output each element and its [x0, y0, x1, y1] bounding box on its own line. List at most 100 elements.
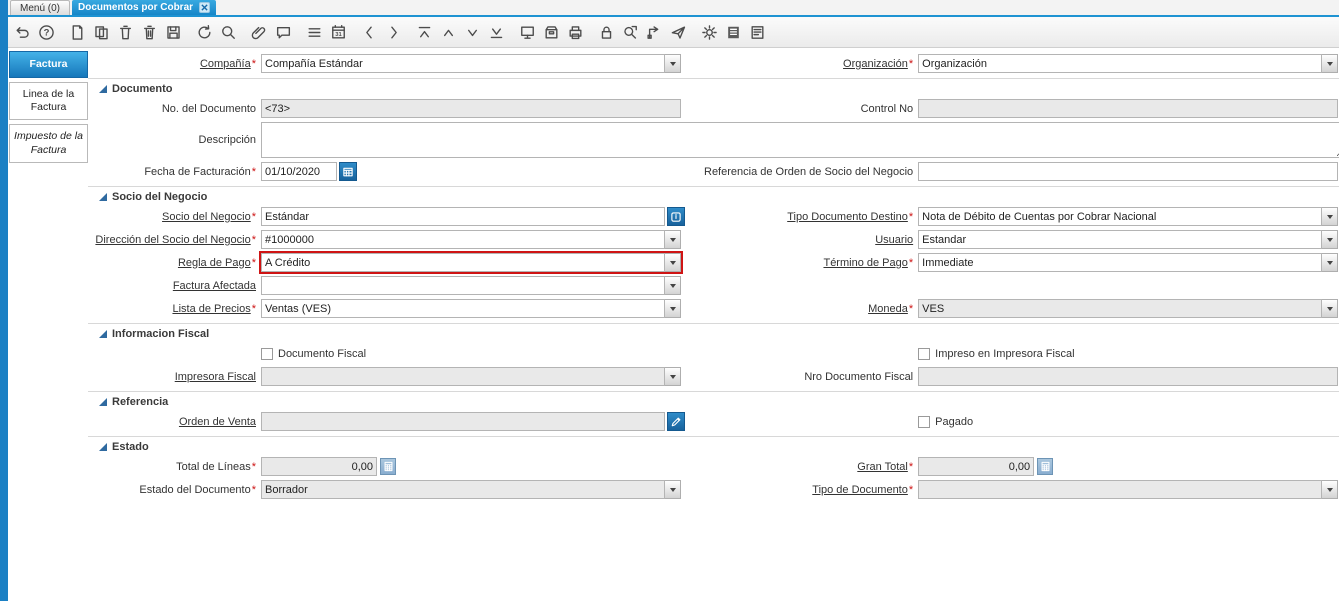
impreso-impresora-fiscal-checkbox[interactable] [918, 348, 930, 360]
compania-input[interactable] [261, 54, 665, 73]
tab-documentos-por-cobrar[interactable]: Documentos por Cobrar [72, 0, 216, 15]
estado-documento-dropdown-button[interactable] [665, 480, 681, 499]
impresora-fiscal-label[interactable]: Impresora Fiscal [175, 371, 256, 383]
grid-toggle-icon[interactable] [302, 20, 326, 44]
history-icon[interactable]: 31 [326, 20, 350, 44]
moneda-label[interactable]: Moneda [868, 303, 908, 315]
socio-negocio-search-button[interactable] [667, 207, 685, 226]
impresora-fiscal-input[interactable] [261, 367, 665, 386]
tipo-documento-label[interactable]: Tipo de Documento [812, 484, 908, 496]
chat-icon[interactable] [271, 20, 295, 44]
workflow-icon[interactable] [642, 20, 666, 44]
report-icon[interactable] [515, 20, 539, 44]
organizacion-dropdown-button[interactable] [1322, 54, 1338, 73]
documento-fiscal-checkbox[interactable] [261, 348, 273, 360]
sidebar-tab-impuesto-factura[interactable]: Impuesto de la Factura [9, 124, 88, 162]
tipo-documento-destino-input[interactable] [918, 207, 1322, 226]
tab-menu[interactable]: Menú (0) [10, 0, 70, 15]
descripcion-textarea[interactable] [261, 122, 1339, 158]
gran-total-calculator-button[interactable] [1037, 458, 1053, 475]
regla-pago-dropdown-button[interactable] [665, 253, 681, 272]
copy-record-icon[interactable] [89, 20, 113, 44]
socio-negocio-label[interactable]: Socio del Negocio [162, 211, 251, 223]
section-header-socio-negocio[interactable]: Socio del Negocio [88, 188, 1339, 205]
usuario-dropdown-button[interactable] [1322, 230, 1338, 249]
regla-pago-input[interactable] [261, 253, 665, 272]
print-preview-icon[interactable] [745, 20, 769, 44]
section-header-estado[interactable]: Estado [88, 438, 1339, 455]
previous-record-icon[interactable] [436, 20, 460, 44]
archive-icon[interactable] [539, 20, 563, 44]
fecha-facturacion-input[interactable] [261, 162, 337, 181]
referencia-orden-input[interactable] [918, 162, 1338, 181]
socio-negocio-input[interactable] [261, 207, 665, 226]
section-header-referencia[interactable]: Referencia [88, 393, 1339, 410]
factura-afectada-dropdown-button[interactable] [665, 276, 681, 295]
lock-icon[interactable] [594, 20, 618, 44]
gran-total-label[interactable]: Gran Total [857, 461, 908, 473]
delete-selection-icon[interactable] [137, 20, 161, 44]
preference-icon[interactable] [697, 20, 721, 44]
section-header-documento[interactable]: Documento [88, 80, 1339, 97]
termino-pago-input[interactable] [918, 253, 1322, 272]
regla-pago-label[interactable]: Regla de Pago [178, 257, 251, 269]
detail-record-icon[interactable] [381, 20, 405, 44]
zoom-across-icon[interactable] [618, 20, 642, 44]
request-icon[interactable] [666, 20, 690, 44]
tipo-documento-destino-label[interactable]: Tipo Documento Destino [787, 211, 908, 223]
moneda-input[interactable] [918, 299, 1322, 318]
delete-record-icon[interactable] [113, 20, 137, 44]
sidebar-tab-factura[interactable]: Factura [9, 51, 88, 78]
tipo-documento-dropdown-button[interactable] [1322, 480, 1338, 499]
fecha-calendar-button[interactable] [339, 162, 357, 181]
termino-pago-label[interactable]: Término de Pago [823, 257, 907, 269]
factura-afectada-label[interactable]: Factura Afectada [173, 280, 256, 292]
lista-precios-dropdown-button[interactable] [665, 299, 681, 318]
new-record-icon[interactable] [65, 20, 89, 44]
compania-label[interactable]: Compañía [200, 58, 251, 70]
parent-record-icon[interactable] [357, 20, 381, 44]
save-icon[interactable] [161, 20, 185, 44]
print-icon[interactable] [563, 20, 587, 44]
usuario-label[interactable]: Usuario [875, 234, 913, 246]
usuario-input[interactable] [918, 230, 1322, 249]
organizacion-label[interactable]: Organización [843, 58, 908, 70]
tipo-documento-input[interactable] [918, 480, 1322, 499]
compania-dropdown-button[interactable] [665, 54, 681, 73]
lista-precios-input[interactable] [261, 299, 665, 318]
tipo-documento-destino-dropdown-button[interactable] [1322, 207, 1338, 226]
direccion-socio-dropdown-button[interactable] [665, 230, 681, 249]
direccion-socio-input[interactable] [261, 230, 665, 249]
control-no-input[interactable] [918, 99, 1338, 118]
help-icon[interactable]: ? [34, 20, 58, 44]
termino-pago-dropdown-button[interactable] [1322, 253, 1338, 272]
nro-documento-fiscal-input[interactable] [918, 367, 1338, 386]
attachment-icon[interactable] [247, 20, 271, 44]
no-documento-input[interactable] [261, 99, 681, 118]
impresora-fiscal-dropdown-button[interactable] [665, 367, 681, 386]
orden-venta-edit-button[interactable] [667, 412, 685, 431]
section-header-informacion-fiscal[interactable]: Informacion Fiscal [88, 325, 1339, 342]
next-record-icon[interactable] [460, 20, 484, 44]
first-record-icon[interactable] [412, 20, 436, 44]
organizacion-input[interactable] [918, 54, 1322, 73]
orden-venta-input[interactable] [261, 412, 665, 431]
close-icon[interactable] [199, 2, 210, 13]
orden-venta-label[interactable]: Orden de Venta [179, 416, 256, 428]
moneda-dropdown-button[interactable] [1322, 299, 1338, 318]
pagado-checkbox[interactable] [918, 416, 930, 428]
required-mark: * [252, 257, 256, 269]
estado-documento-input[interactable] [261, 480, 665, 499]
undo-icon[interactable] [10, 20, 34, 44]
sidebar-tab-linea-factura[interactable]: Linea de la Factura [9, 82, 88, 120]
total-lineas-calculator-button[interactable] [380, 458, 396, 475]
factura-afectada-input[interactable] [261, 276, 665, 295]
lista-precios-label[interactable]: Lista de Precios [172, 303, 250, 315]
refresh-icon[interactable] [192, 20, 216, 44]
total-lineas-input[interactable] [261, 457, 377, 476]
process-icon[interactable] [721, 20, 745, 44]
direccion-socio-label[interactable]: Dirección del Socio del Negocio [95, 234, 250, 246]
last-record-icon[interactable] [484, 20, 508, 44]
find-icon[interactable] [216, 20, 240, 44]
gran-total-input[interactable] [918, 457, 1034, 476]
